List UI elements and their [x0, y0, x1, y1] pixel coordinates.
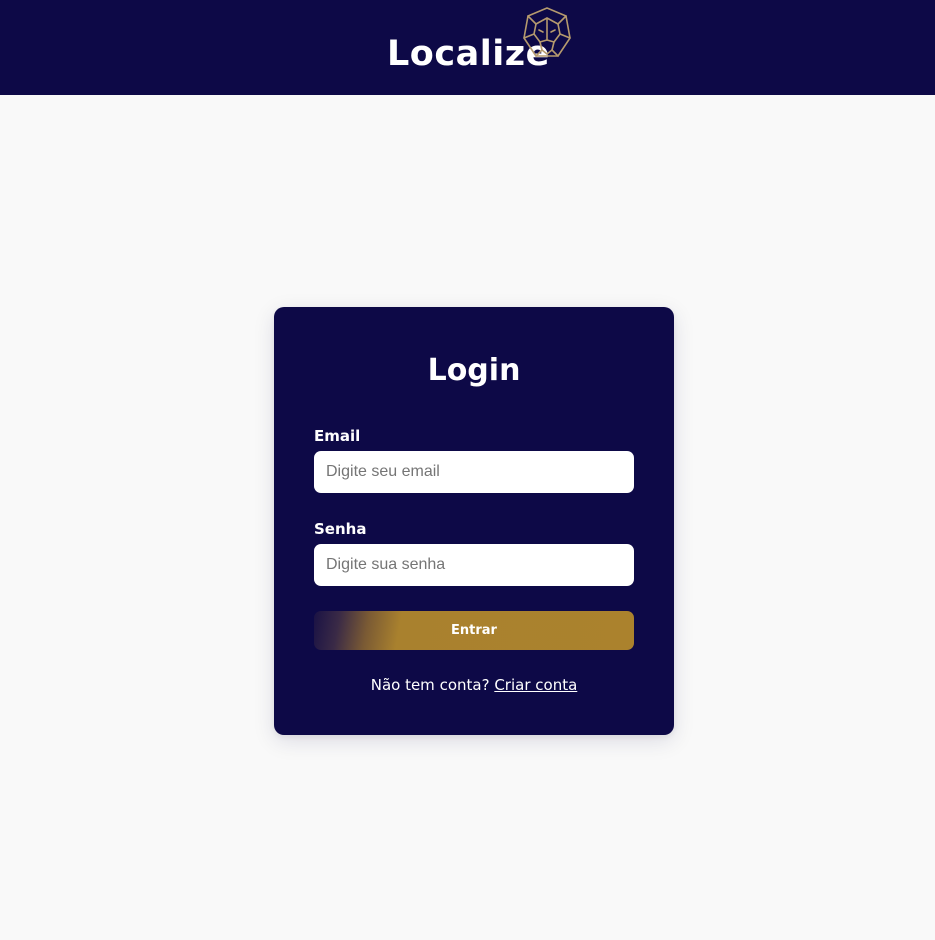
create-account-link[interactable]: Criar conta	[494, 676, 577, 694]
lion-head-geometric-icon	[523, 7, 571, 57]
signup-prompt-row: Não tem conta? Criar conta	[274, 675, 674, 695]
signup-prompt-text: Não tem conta?	[370, 676, 490, 694]
login-submit-button[interactable]: Entrar	[314, 611, 634, 650]
email-label: Email	[314, 427, 361, 445]
password-field[interactable]	[314, 544, 634, 586]
email-field[interactable]	[314, 451, 634, 493]
password-label: Senha	[314, 520, 367, 538]
top-bar: Localize	[0, 0, 935, 95]
login-title: Login	[427, 353, 521, 388]
login-card: Login Email Senha Entrar Não tem conta? …	[274, 307, 674, 735]
